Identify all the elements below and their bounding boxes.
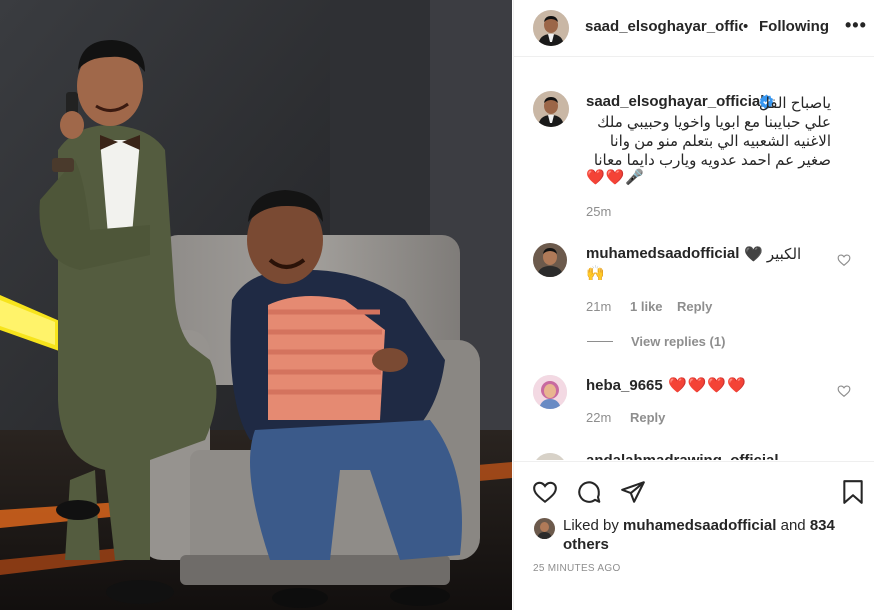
comment-reply-button[interactable]: Reply xyxy=(630,410,665,425)
comment-bubble-icon[interactable] xyxy=(576,479,602,505)
comment-username[interactable]: andalahmadrawing_official xyxy=(586,452,779,460)
comment-username[interactable]: muhamedsaadofficial xyxy=(586,245,739,262)
comments-list[interactable]: saad_elsoghayar_official ياصباح الفل علي… xyxy=(514,58,874,460)
author-avatar[interactable] xyxy=(533,10,569,46)
comment-username[interactable]: heba_9665 xyxy=(586,377,663,394)
view-replies-label: View replies (1) xyxy=(631,334,726,349)
caption-text-line-2: علي حبايبنا مع ابويا واخويا وحبيبي ملك xyxy=(597,114,831,131)
following-button[interactable]: Following xyxy=(759,18,829,35)
bookmark-icon[interactable] xyxy=(840,479,866,505)
comment-text: الكبير 🖤 xyxy=(744,246,802,263)
post-photo-illustration xyxy=(0,0,512,610)
comment-likes-count[interactable]: 1 like xyxy=(630,299,663,314)
paper-plane-icon[interactable] xyxy=(620,479,646,505)
liked-by-prefix: Liked by xyxy=(563,517,624,534)
comment-emoji: 🙌 xyxy=(586,265,605,282)
comment-avatar[interactable] xyxy=(533,243,567,277)
caption-avatar[interactable] xyxy=(533,91,569,127)
more-dots-icon[interactable]: ••• xyxy=(845,15,867,36)
comment-likes-label: 1 like xyxy=(630,299,663,314)
post-header: saad_elsoghayar_official • Following ••• xyxy=(514,0,874,57)
caption-time[interactable]: 25m xyxy=(586,204,611,219)
caption-username[interactable]: saad_elsoghayar_official xyxy=(586,93,764,110)
liked-by-user[interactable]: muhamedsaadofficial xyxy=(623,517,776,534)
view-replies-line xyxy=(587,341,613,342)
comment-time[interactable]: 22m xyxy=(586,410,611,425)
heart-outline-icon[interactable] xyxy=(532,479,558,505)
header-separator-dot: • xyxy=(743,18,749,35)
caption-emoji: ❤️❤️🎤 xyxy=(586,169,646,186)
caption-text-line-3: الاغنيه الشعبيه الي بتعلم منو من وانا xyxy=(609,133,831,150)
caption-text-line-1: ياصباح الفل xyxy=(758,95,831,112)
comment-like-heart-icon[interactable] xyxy=(837,384,851,398)
comment-time[interactable]: 21m xyxy=(586,299,611,314)
post-photo[interactable] xyxy=(0,0,512,610)
liked-by-avatar[interactable] xyxy=(534,518,555,539)
reply-label: Reply xyxy=(677,299,713,314)
comment-avatar[interactable] xyxy=(533,375,567,409)
liked-by-summary: Liked by muhamedsaadofficial and 834 oth… xyxy=(563,516,863,554)
view-replies-button[interactable]: View replies (1) xyxy=(631,334,725,349)
liked-by-and: and xyxy=(776,517,810,534)
post-timestamp[interactable]: 25 MINUTES AGO xyxy=(533,563,621,574)
author-username[interactable]: saad_elsoghayar_official xyxy=(585,18,743,35)
comment-like-heart-icon[interactable] xyxy=(837,253,851,267)
reply-label: Reply xyxy=(630,410,666,425)
post-actions: Liked by muhamedsaadofficial and 834 oth… xyxy=(514,461,874,610)
post-sidebar: saad_elsoghayar_official • Following •••… xyxy=(513,0,874,610)
comment-text: ❤️❤️❤️❤️ xyxy=(668,377,747,394)
comment-reply-button[interactable]: Reply xyxy=(677,299,712,314)
comment-avatar[interactable] xyxy=(533,453,567,460)
